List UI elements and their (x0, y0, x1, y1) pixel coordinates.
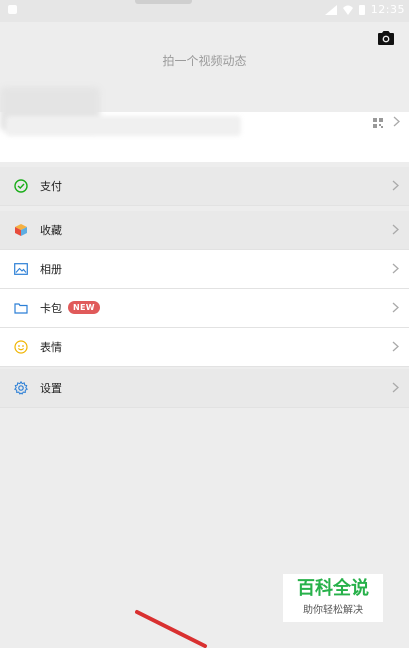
watermark-subtitle: 助你轻松解决 (303, 605, 363, 616)
status-icons: 12:35 (324, 3, 405, 16)
menu-item-pay[interactable]: 支付 (0, 167, 409, 206)
signal-icon (324, 4, 337, 15)
qr-code-icon (373, 118, 383, 128)
menu-item-settings[interactable]: 设置 (0, 369, 409, 408)
wallet-icon (14, 179, 28, 193)
new-badge: NEW (68, 301, 100, 314)
chevron-right-icon (392, 341, 399, 352)
chevron-right-icon (392, 382, 399, 393)
cube-icon (15, 224, 27, 236)
post-video-title[interactable]: 拍一个视频动态 (0, 52, 409, 69)
chevron-right-icon (392, 224, 399, 235)
menu-item-favorites[interactable]: 收藏 (0, 211, 409, 250)
menu-item-album[interactable]: 相册 (0, 250, 409, 289)
watermark-title: 百科全说 (297, 578, 369, 599)
menu-label: 相册 (40, 263, 62, 276)
menu-group-pay: 支付 (0, 167, 409, 206)
chevron-right-icon (392, 263, 399, 274)
chevron-right-icon (392, 180, 399, 191)
menu-group-main: 收藏 相册 卡包 NEW 表情 (0, 211, 409, 367)
gear-icon (14, 381, 28, 395)
chevron-right-icon (393, 116, 400, 127)
menu-group-settings: 设置 (0, 369, 409, 408)
menu-label: 支付 (40, 180, 62, 193)
folder-icon (14, 303, 28, 314)
status-bar: 12:35 (0, 0, 409, 22)
annotation-arrow (135, 610, 207, 648)
camera-icon[interactable] (377, 30, 395, 46)
menu-item-stickers[interactable]: 表情 (0, 328, 409, 367)
image-icon (14, 263, 28, 275)
chevron-right-icon (392, 302, 399, 313)
menu-label: 设置 (40, 382, 62, 395)
watermark-logo: 百科全说 助你轻松解决 (283, 574, 383, 622)
menu-label: 表情 (40, 341, 62, 354)
notification-icon (8, 5, 17, 14)
menu-label: 收藏 (40, 224, 62, 237)
wifi-icon (342, 5, 353, 15)
profile-name-blurred (6, 116, 241, 136)
smiley-icon (14, 340, 28, 354)
menu-label: 卡包 (40, 302, 62, 315)
status-time: 12:35 (370, 3, 405, 16)
profile-card[interactable] (0, 87, 409, 162)
menu-item-cards[interactable]: 卡包 NEW (0, 289, 409, 328)
battery-icon (358, 5, 365, 15)
status-notch (135, 0, 192, 4)
